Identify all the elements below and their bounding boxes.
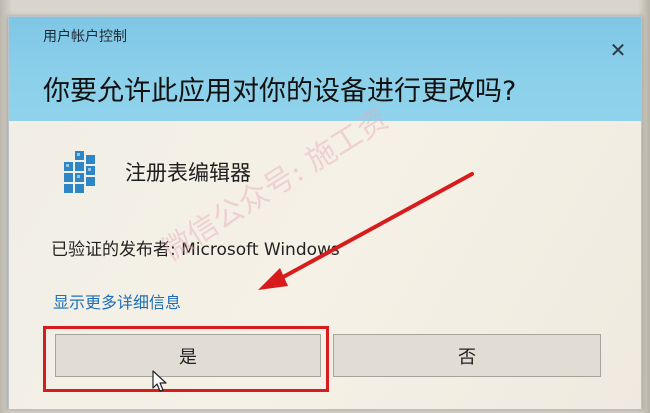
app-row: 注册表编辑器 <box>57 149 251 195</box>
yes-button[interactable]: 是 <box>55 334 321 377</box>
dialog-header: 用户帐户控制 ✕ 你要允许此应用对你的设备进行更改吗? <box>9 17 641 121</box>
close-icon: ✕ <box>609 38 627 62</box>
registry-editor-icon <box>64 151 95 193</box>
dialog-body: 注册表编辑器 已验证的发布者: Microsoft Windows 显示更多详细… <box>9 121 641 409</box>
uac-dialog: 用户帐户控制 ✕ 你要允许此应用对你的设备进行更改吗? 注册表编辑器 已验证的发… <box>8 16 642 410</box>
app-name: 注册表编辑器 <box>125 161 251 185</box>
publisher-text: 已验证的发布者: Microsoft Windows <box>51 240 340 260</box>
show-details-link[interactable]: 显示更多详细信息 <box>53 289 181 313</box>
dialog-question: 你要允许此应用对你的设备进行更改吗? <box>43 76 517 107</box>
uac-title: 用户帐户控制 <box>43 29 127 45</box>
photo-background: 用户帐户控制 ✕ 你要允许此应用对你的设备进行更改吗? 注册表编辑器 已验证的发… <box>0 0 650 413</box>
no-button[interactable]: 否 <box>333 334 601 377</box>
close-button[interactable]: ✕ <box>605 37 631 63</box>
